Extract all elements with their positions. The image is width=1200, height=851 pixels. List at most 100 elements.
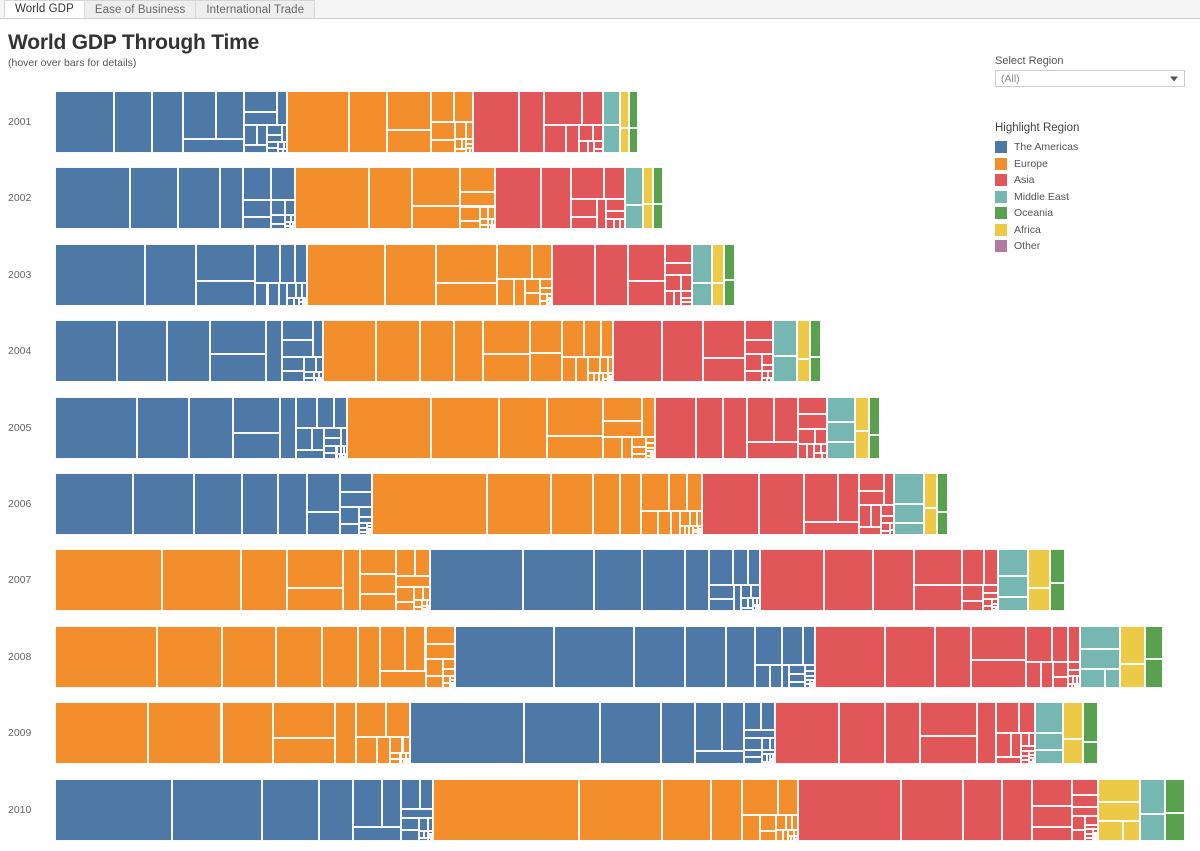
treemap-tile[interactable] — [962, 549, 985, 585]
treemap-tile[interactable] — [162, 549, 241, 612]
treemap-tile[interactable] — [541, 167, 571, 230]
treemap-tile[interactable] — [419, 818, 428, 831]
treemap-tile[interactable] — [1067, 625, 1080, 663]
treemap-tile[interactable] — [55, 320, 117, 383]
region-segment-africa[interactable] — [924, 473, 937, 535]
treemap-tile[interactable] — [487, 473, 552, 535]
treemap-tile[interactable] — [377, 737, 390, 765]
region-segment-europe[interactable] — [287, 91, 473, 153]
treemap-tile[interactable] — [885, 702, 921, 765]
treemap-tile[interactable] — [810, 320, 821, 358]
treemap-tile[interactable] — [340, 492, 372, 508]
treemap-tile[interactable] — [894, 473, 924, 504]
treemap-tile[interactable] — [156, 625, 223, 688]
treemap-tile[interactable] — [881, 516, 894, 524]
treemap-tile[interactable] — [1080, 648, 1120, 669]
treemap-tile[interactable] — [1072, 806, 1098, 817]
treemap-tile[interactable] — [759, 473, 804, 535]
treemap-tile[interactable] — [116, 320, 168, 383]
treemap-tile[interactable] — [633, 625, 685, 688]
treemap-tile[interactable] — [518, 91, 545, 153]
treemap-tile[interactable] — [937, 511, 948, 535]
treemap-tile[interactable] — [324, 438, 342, 447]
treemap-tile[interactable] — [55, 167, 131, 230]
treemap-tile[interactable] — [279, 396, 297, 459]
treemap-tile[interactable] — [621, 437, 633, 459]
treemap-tile[interactable] — [1105, 668, 1120, 688]
treemap-tile[interactable] — [136, 396, 190, 459]
treemap-tile[interactable] — [419, 778, 433, 809]
treemap-tile[interactable] — [219, 167, 243, 230]
treemap-tile[interactable] — [839, 702, 886, 765]
treemap-tile[interactable] — [629, 91, 638, 128]
treemap-tile[interactable] — [499, 396, 548, 459]
treemap-tile[interactable] — [278, 283, 287, 306]
treemap-tile[interactable] — [1085, 816, 1098, 825]
treemap-tile[interactable] — [653, 204, 663, 230]
treemap-tile[interactable] — [998, 549, 1028, 576]
treemap-tile[interactable] — [340, 507, 360, 525]
treemap-tile[interactable] — [657, 511, 672, 535]
treemap-tile[interactable] — [340, 524, 360, 535]
treemap-tile[interactable] — [983, 606, 992, 612]
treemap-tile[interactable] — [712, 243, 724, 284]
treemap-tile[interactable] — [540, 278, 552, 288]
treemap-tile[interactable] — [594, 148, 603, 153]
treemap-tile[interactable] — [244, 112, 277, 125]
treemap-tile[interactable] — [232, 433, 280, 459]
treemap-tile[interactable] — [741, 598, 748, 609]
treemap-tile[interactable] — [810, 357, 821, 383]
treemap-tile[interactable] — [643, 203, 653, 230]
treemap-tile[interactable] — [1145, 658, 1163, 688]
region-segment-asia[interactable] — [495, 167, 625, 230]
treemap-tile[interactable] — [984, 549, 998, 585]
treemap-tile[interactable] — [334, 396, 347, 429]
treemap-tile[interactable] — [743, 729, 775, 738]
treemap-tile[interactable] — [632, 437, 646, 448]
treemap-tile[interactable] — [1098, 820, 1123, 841]
treemap-tile[interactable] — [413, 607, 423, 612]
treemap-tile[interactable] — [278, 473, 307, 535]
treemap-tile[interactable] — [431, 122, 455, 140]
region-segment-oceania[interactable] — [810, 320, 821, 383]
year-treemap-bar[interactable] — [55, 91, 638, 153]
treemap-tile[interactable] — [276, 91, 287, 125]
treemap-tile[interactable] — [1063, 702, 1083, 740]
treemap-tile[interactable] — [55, 396, 137, 459]
treemap-tile[interactable] — [432, 840, 435, 843]
treemap-tile[interactable] — [744, 371, 763, 383]
treemap-tile[interactable] — [303, 377, 315, 383]
treemap-tile[interactable] — [761, 702, 775, 730]
treemap-tile[interactable] — [431, 396, 500, 459]
treemap-tile[interactable] — [389, 759, 401, 765]
region-segment-middle-east[interactable] — [1035, 702, 1063, 765]
treemap-tile[interactable] — [576, 356, 589, 383]
treemap-tile[interactable] — [603, 124, 620, 153]
treemap-tile[interactable] — [334, 702, 356, 765]
treemap-tile[interactable] — [858, 505, 871, 528]
treemap-tile[interactable] — [433, 778, 580, 841]
treemap-tile[interactable] — [273, 702, 335, 739]
treemap-tile[interactable] — [395, 576, 430, 587]
treemap-tile[interactable] — [702, 473, 760, 535]
treemap-tile[interactable] — [760, 549, 825, 612]
treemap-tile[interactable] — [222, 625, 276, 688]
treemap-tile[interactable] — [869, 434, 880, 459]
treemap-tile[interactable] — [282, 356, 304, 372]
treemap-tile[interactable] — [777, 778, 798, 815]
treemap-tile[interactable] — [603, 91, 620, 125]
treemap-tile[interactable] — [570, 199, 598, 217]
treemap-tile[interactable] — [360, 594, 396, 612]
treemap-tile[interactable] — [798, 428, 816, 445]
treemap-tile[interactable] — [744, 320, 773, 341]
treemap-tile[interactable] — [369, 167, 412, 230]
treemap-tile[interactable] — [270, 199, 285, 215]
treemap-tile[interactable] — [743, 749, 762, 758]
treemap-tile[interactable] — [55, 473, 133, 535]
region-segment-oceania[interactable] — [1083, 702, 1098, 765]
treemap-tile[interactable] — [1053, 676, 1069, 688]
treemap-tile[interactable] — [144, 243, 197, 306]
treemap-tile[interactable] — [55, 243, 145, 306]
region-segment-the-americas[interactable] — [55, 473, 374, 537]
treemap-tile[interactable] — [751, 584, 760, 599]
